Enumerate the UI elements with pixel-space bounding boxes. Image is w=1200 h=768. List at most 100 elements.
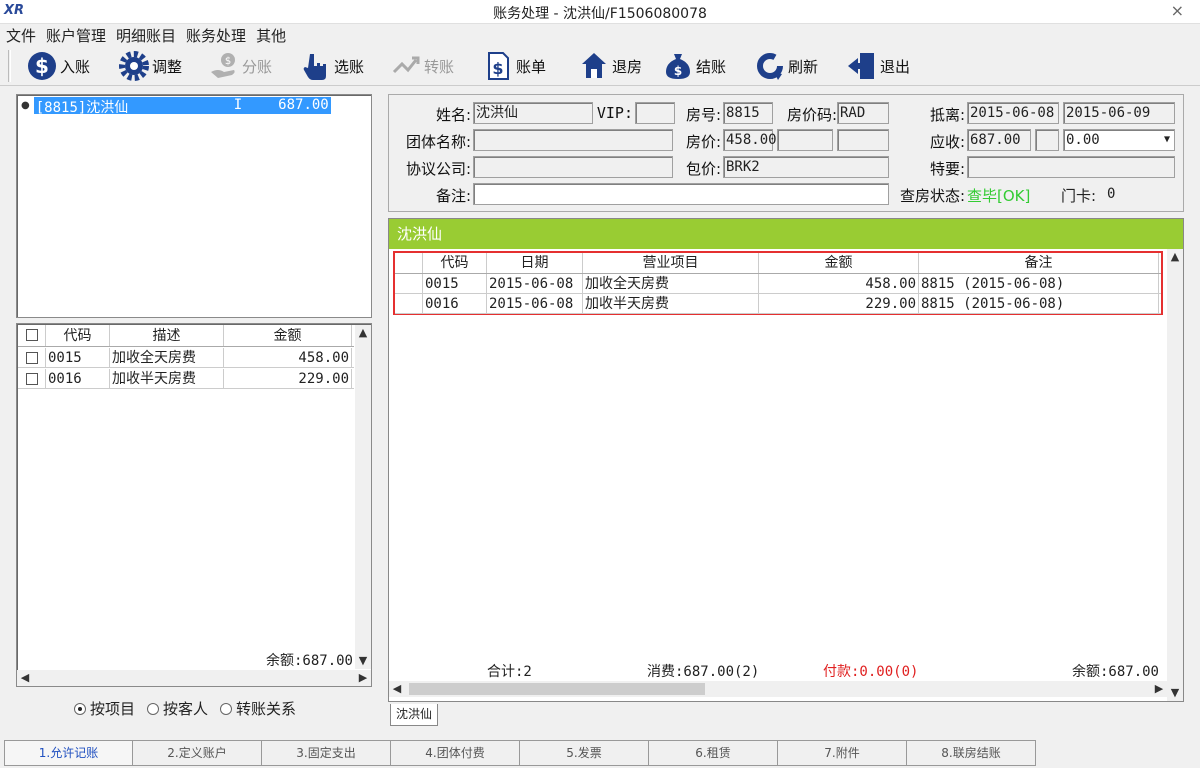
ledger-vscroll[interactable]: ▲ ▼: [1167, 249, 1183, 701]
row-checkbox[interactable]: [25, 373, 38, 385]
header-amount: 金额: [224, 325, 352, 346]
radio-dot: [74, 702, 86, 715]
menu-file[interactable]: 文件: [0, 24, 40, 46]
radio-dot: [220, 702, 233, 715]
tab-invoice[interactable]: 5.发票: [520, 740, 649, 766]
tab-attachment[interactable]: 7.附件: [778, 740, 907, 766]
package-field[interactable]: BRK2: [723, 156, 889, 178]
scroll-down-icon[interactable]: ▼: [355, 653, 371, 669]
ledger-hscroll[interactable]: ◀ ▶: [389, 681, 1167, 697]
vip-field[interactable]: [635, 102, 675, 124]
due-field[interactable]: 687.00: [967, 129, 1031, 151]
item-list-hscroll[interactable]: ◀ ▶: [17, 670, 371, 686]
rate-field[interactable]: 458.00: [723, 129, 777, 151]
scroll-right-icon[interactable]: ▶: [1151, 681, 1167, 697]
rate-extra-field-1[interactable]: [777, 129, 833, 151]
radio-by-item[interactable]: 按项目: [74, 698, 135, 719]
remark-field[interactable]: [473, 183, 889, 205]
close-button[interactable]: ×: [1171, 1, 1184, 20]
bill-label: 账单: [516, 57, 547, 76]
item-row[interactable]: 0016 加收半天房费 229.00: [18, 369, 354, 389]
scroll-left-icon[interactable]: ◀: [389, 681, 405, 697]
settle-button[interactable]: $ 结账: [662, 49, 726, 83]
special-field[interactable]: [967, 156, 1175, 178]
tree-item-flag: I: [233, 97, 243, 113]
tab-allow-posting[interactable]: 1.允许记账: [4, 740, 133, 766]
inspect-label: 查房状态:: [899, 187, 965, 205]
header-checkbox[interactable]: [25, 329, 38, 341]
money-bag-icon: $: [666, 54, 690, 79]
row-checkbox-cell: [18, 348, 46, 367]
tab-linked-room-settle[interactable]: 8.联房结账: [907, 740, 1036, 766]
scroll-right-icon[interactable]: ▶: [355, 670, 371, 686]
row-amount: 458.00: [224, 348, 352, 367]
scroll-up-icon[interactable]: ▲: [1167, 249, 1183, 265]
rate-code-field[interactable]: RAD: [837, 102, 889, 124]
due-spacer-field[interactable]: [1035, 129, 1059, 151]
ledger-tab[interactable]: 沈洪仙: [390, 704, 438, 726]
room-field[interactable]: 8815: [723, 102, 773, 124]
depart-date-field[interactable]: 2015-06-09: [1063, 102, 1175, 124]
group-field[interactable]: [473, 129, 673, 151]
due-label: 应收:: [929, 133, 965, 151]
ledger-row-item: 加收半天房费: [583, 294, 759, 313]
group-label: 团体名称:: [405, 133, 471, 151]
radio-by-guest-label: 按客人: [163, 700, 209, 718]
title-bar: XR 账务处理 - 沈洪仙/F1506080078 ×: [0, 0, 1200, 24]
split-label: 分账: [242, 57, 273, 76]
ledger-row[interactable]: 0015 2015-06-08 加收全天房费 458.00 8815 (2015…: [395, 274, 1161, 294]
tab-lease[interactable]: 6.租赁: [649, 740, 778, 766]
ledger-row-item: 加收全天房费: [583, 274, 759, 293]
ledger-balance: 余额:687.00: [1071, 664, 1159, 680]
hscroll-thumb[interactable]: [409, 683, 705, 695]
checkout-room-button[interactable]: 退房: [578, 49, 642, 83]
company-label: 协议公司:: [405, 160, 471, 178]
radio-transfer-relation[interactable]: 转账关系: [220, 698, 296, 719]
radio-by-guest[interactable]: 按客人: [147, 698, 208, 719]
tab-fixed-expense[interactable]: 3.固定支出: [262, 740, 391, 766]
scroll-up-icon[interactable]: ▲: [355, 325, 371, 341]
ledger-header-note: 备注: [919, 253, 1159, 273]
refresh-button[interactable]: 刷新: [754, 49, 818, 83]
rate-extra-field-2[interactable]: [837, 129, 889, 151]
tab-define-account[interactable]: 2.定义账户: [133, 740, 262, 766]
ledger-row-indicator: [395, 294, 423, 313]
menu-account-management[interactable]: 账户管理: [40, 24, 110, 46]
bill-button[interactable]: $ 账单: [482, 49, 546, 83]
bottom-tabs: 1.允许记账 2.定义账户 3.固定支出 4.团体付费 5.发票 6.租赁 7.…: [4, 740, 1036, 766]
arrive-date-field[interactable]: 2015-06-08: [967, 102, 1059, 124]
adjust-button[interactable]: 调整: [118, 49, 182, 83]
ledger-row[interactable]: 0016 2015-06-08 加收半天房费 229.00 8815 (2015…: [395, 294, 1161, 314]
transfer-button[interactable]: 转账: [390, 49, 454, 83]
tree-item-account[interactable]: ● [8815]沈洪仙 I 687.00: [21, 97, 331, 116]
scroll-down-icon[interactable]: ▼: [1167, 685, 1183, 701]
select-button[interactable]: 选账: [300, 49, 364, 83]
menu-detail-accounts[interactable]: 明细账目: [110, 24, 180, 46]
svg-text:$: $: [492, 59, 503, 78]
split-button[interactable]: $ 分账: [208, 49, 272, 83]
transfer-label: 转账: [424, 57, 455, 76]
scroll-left-icon[interactable]: ◀: [17, 670, 33, 686]
card-value: 0: [1107, 186, 1116, 202]
name-field[interactable]: 沈洪仙: [473, 102, 593, 124]
menu-other[interactable]: 其他: [250, 24, 290, 46]
exit-button[interactable]: 退出: [846, 49, 910, 83]
item-row[interactable]: 0015 加收全天房费 458.00: [18, 348, 354, 368]
row-checkbox[interactable]: [25, 352, 38, 364]
exit-door-icon: [848, 53, 874, 79]
item-list-vscroll[interactable]: ▲ ▼: [355, 325, 371, 669]
menu-bar: 文件 账户管理 明细账目 账务处理 其他: [0, 24, 1200, 46]
menu-account-processing[interactable]: 账务处理: [180, 24, 250, 46]
ledger-row-amount: 458.00: [759, 274, 919, 293]
gear-icon: [119, 51, 149, 81]
post-label: 入账: [60, 57, 91, 76]
due-extra-select[interactable]: 0.00 ▼: [1063, 129, 1175, 151]
room-label: 房号:: [685, 106, 721, 124]
tab-group-payment[interactable]: 4.团体付费: [391, 740, 520, 766]
ledger-header-indicator: [395, 253, 423, 273]
company-field[interactable]: [473, 156, 673, 178]
special-label: 特要:: [929, 160, 965, 178]
post-button[interactable]: $ 入账: [26, 49, 90, 83]
row-code: 0016: [46, 369, 110, 388]
ledger-row-note: 8815 (2015-06-08): [919, 274, 1159, 293]
